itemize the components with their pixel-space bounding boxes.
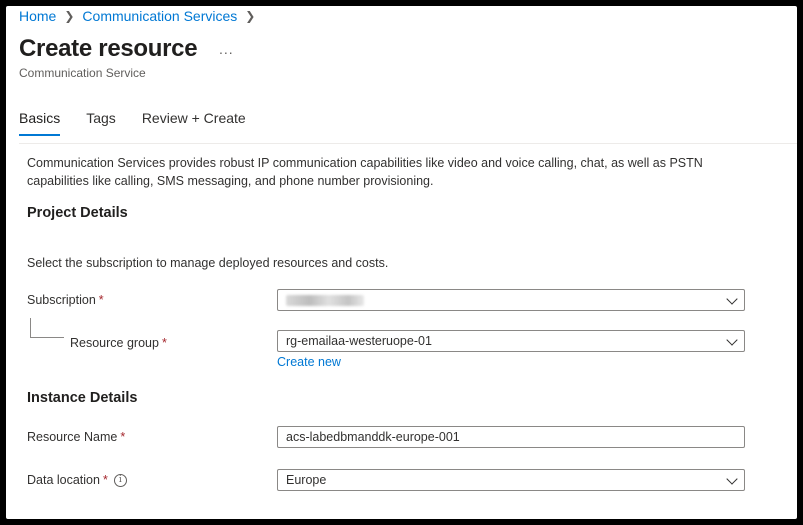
subscription-dropdown[interactable] (277, 289, 745, 311)
breadcrumb: Home ❯ Communication Services ❯ (19, 8, 263, 24)
chevron-right-icon: ❯ (245, 9, 256, 23)
data-location-dropdown[interactable]: Europe (277, 469, 745, 491)
resource-name-value: acs-labedbmanddk-europe-001 (286, 430, 460, 444)
project-details-heading: Project Details (27, 205, 128, 221)
required-marker: * (102, 473, 108, 487)
tab-tags[interactable]: Tags (86, 110, 116, 136)
tab-review-create[interactable]: Review + Create (142, 110, 246, 136)
chevron-down-icon (726, 334, 738, 346)
description-text: Communication Services provides robust I… (27, 156, 703, 188)
create-new-link[interactable]: Create new (277, 355, 341, 369)
data-location-value: Europe (286, 473, 327, 487)
tab-divider (19, 143, 797, 144)
resource-group-label-text: Resource group (70, 336, 159, 350)
instance-details-heading: Instance Details (27, 390, 138, 406)
resource-group-value: rg-emailaa-westeruope-01 (286, 334, 432, 348)
info-icon[interactable]: i (113, 473, 127, 487)
resource-name-label-text: Resource Name (27, 430, 118, 444)
chevron-down-icon (726, 293, 738, 305)
data-location-label-text: Data location (27, 473, 100, 487)
page-title: Create resource (19, 35, 198, 62)
required-marker: * (98, 293, 104, 307)
breadcrumb-home-link[interactable]: Home (19, 8, 56, 24)
chevron-down-icon (726, 473, 738, 485)
portal-frame: Home ❯ Communication Services ❯ Create r… (6, 6, 797, 519)
page-subtitle: Communication Service (19, 66, 146, 80)
subscription-value-redacted (286, 294, 364, 306)
more-options-button[interactable]: ... (219, 41, 234, 57)
required-marker: * (120, 430, 126, 444)
resource-name-input[interactable]: acs-labedbmanddk-europe-001 (277, 426, 745, 448)
resource-name-label: Resource Name * (27, 430, 125, 444)
tree-connector (30, 318, 64, 338)
subscription-help-text: Select the subscription to manage deploy… (27, 256, 389, 270)
subscription-label: Subscription * (27, 293, 104, 307)
breadcrumb-communication-services-link[interactable]: Communication Services (82, 8, 237, 24)
chevron-right-icon: ❯ (64, 9, 75, 23)
subscription-label-text: Subscription (27, 293, 96, 307)
resource-group-label: Resource group * (70, 336, 167, 350)
tab-basics[interactable]: Basics (19, 110, 61, 136)
tab-bar: Basics Tags Review + Create (19, 110, 272, 136)
data-location-label: Data location * i (27, 473, 127, 487)
resource-group-dropdown[interactable]: rg-emailaa-westeruope-01 (277, 330, 745, 352)
required-marker: * (161, 336, 167, 350)
